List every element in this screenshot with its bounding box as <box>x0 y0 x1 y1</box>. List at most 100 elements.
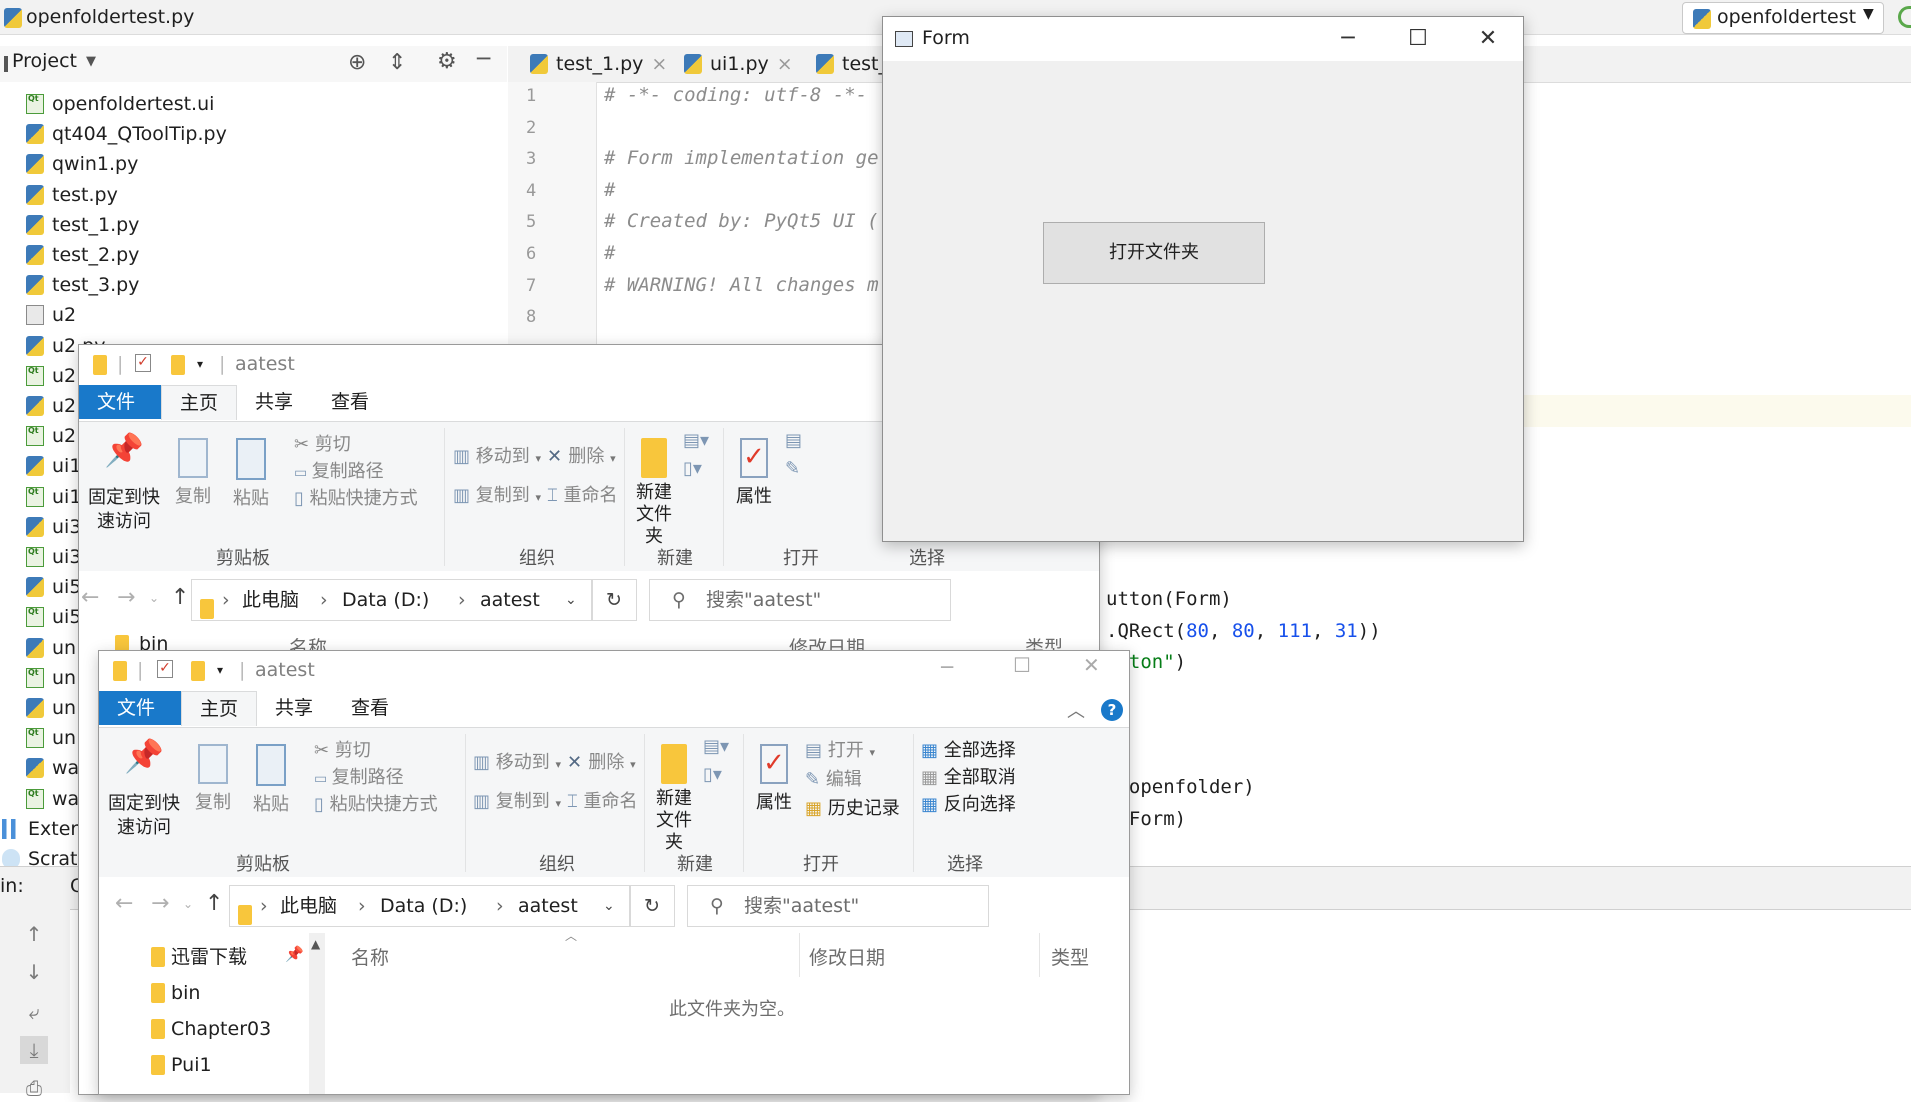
run-config-dropdown[interactable]: openfoldertest ▼ <box>1682 2 1884 34</box>
rename-button[interactable]: ⌶ 重命名 <box>567 787 638 813</box>
paste-shortcut-button[interactable]: ▯ 粘贴快捷方式 <box>314 790 438 816</box>
search-box[interactable]: ⚲ 搜索"aatest" <box>649 579 951 621</box>
properties-button[interactable]: ✓ 属性 <box>751 744 797 814</box>
soft-wrap-icon[interactable]: ⤶ <box>20 998 48 1026</box>
pin-quick-access-button[interactable]: 📌 固定到快 速访问 <box>87 434 161 534</box>
new-folder-button[interactable]: 新建 文件夹 <box>629 438 679 548</box>
tree-item[interactable]: un <box>26 694 76 722</box>
forward-arrow-icon[interactable]: → <box>151 891 169 916</box>
open-icon[interactable]: ▤ <box>785 430 802 451</box>
tab-home[interactable]: 主页 <box>181 691 258 726</box>
hide-icon[interactable]: ─ <box>477 47 490 72</box>
breadcrumb-drive[interactable]: Data (D:) <box>380 886 467 926</box>
tree-item[interactable]: u2 <box>26 301 76 329</box>
properties-button[interactable]: ✓ 属性 <box>731 438 777 508</box>
easy-access-icon[interactable]: ▯▾ <box>683 458 702 479</box>
select-all-button[interactable]: ▦ 全部选择 <box>921 736 1016 762</box>
delete-button[interactable]: ✕ 删除 ▾ <box>567 748 636 774</box>
breadcrumb-drive[interactable]: Data (D:) <box>342 580 429 620</box>
tree-item[interactable]: test_2.py <box>26 241 139 269</box>
project-label[interactable]: Project <box>12 50 77 72</box>
tree-item[interactable]: test_1.py <box>26 211 139 239</box>
tree-item[interactable]: ui5 <box>26 573 81 601</box>
breadcrumb-aatest[interactable]: aatest <box>480 580 540 620</box>
edit-button[interactable]: ✎ 编辑 <box>805 765 862 791</box>
move-to-button[interactable]: ▥ 移动到 ▾ <box>453 442 541 468</box>
column-date[interactable]: 修改日期 <box>809 943 885 970</box>
tab-share[interactable]: 共享 <box>257 691 331 725</box>
close-button[interactable]: ✕ <box>1083 653 1100 677</box>
maximize-button[interactable]: ☐ <box>1383 17 1453 61</box>
copy-button[interactable]: 复制 <box>191 744 235 814</box>
search-box[interactable]: ⚲ 搜索"aatest" <box>687 885 989 927</box>
tab-share[interactable]: 共享 <box>237 385 311 419</box>
up-arrow-icon[interactable]: ↑ <box>205 891 223 916</box>
copy-to-button[interactable]: ▥ 复制到 ▾ <box>473 787 561 813</box>
file-list[interactable]: ︿ 名称 修改日期 类型 此文件夹为空。 <box>329 929 1129 1094</box>
history-button[interactable]: ▦ 历史记录 <box>805 794 900 820</box>
forward-arrow-icon[interactable]: → <box>117 585 135 610</box>
copy-to-button[interactable]: ▥ 复制到 ▾ <box>453 481 541 507</box>
breadcrumb-aatest[interactable]: aatest <box>518 886 578 926</box>
properties-check-icon[interactable]: ✓ <box>135 354 151 372</box>
new-folder-button[interactable]: 新建 文件夹 <box>649 744 699 854</box>
code-area-right[interactable]: utton(Form) .QRect(80, 80, 111, 31)) utt… <box>1090 580 1911 840</box>
cut-button[interactable]: ✂ 剪切 <box>314 736 371 762</box>
chevron-down-icon[interactable]: ⌄ <box>603 886 615 926</box>
tree-item[interactable]: u2 <box>26 417 76 450</box>
chevron-down-icon[interactable]: ⌄ <box>565 580 577 620</box>
collapse-ribbon-icon[interactable]: ︿ <box>1067 697 1085 723</box>
tree-item[interactable]: ui5 <box>26 598 81 631</box>
tab-ui1[interactable]: ui1.py × <box>674 46 803 82</box>
refresh-button[interactable]: ↻ <box>591 579 637 621</box>
minimize-button[interactable]: ─ <box>941 655 953 679</box>
tree-item[interactable]: u2 <box>26 357 76 390</box>
nav-item-bin[interactable]: bin <box>151 979 281 1007</box>
tree-item[interactable]: un <box>26 634 76 662</box>
tree-item[interactable]: test_3.py <box>26 271 139 299</box>
tree-item[interactable]: u2 <box>26 392 76 420</box>
tab-view[interactable]: 查看 <box>313 385 387 419</box>
open-button[interactable]: ▤ 打开 ▾ <box>805 736 875 762</box>
tree-item[interactable]: openfoldertest.ui <box>26 85 214 118</box>
close-button[interactable]: ✕ <box>1453 17 1523 61</box>
address-bar[interactable]: › 此电脑 › Data (D:) › aatest ⌄ <box>191 579 593 621</box>
properties-check-icon[interactable]: ✓ <box>157 660 173 678</box>
tree-item[interactable]: ui3 <box>26 513 81 541</box>
help-icon[interactable]: ? <box>1101 699 1123 721</box>
paste-button[interactable]: 粘贴 <box>229 438 273 510</box>
column-type[interactable]: 类型 <box>1051 943 1089 970</box>
back-arrow-icon[interactable]: ← <box>81 585 99 610</box>
up-arrow-icon[interactable]: ↑ <box>171 585 189 610</box>
breadcrumb-this-pc[interactable]: 此电脑 <box>242 580 299 620</box>
breadcrumb-this-pc[interactable]: 此电脑 <box>280 886 337 926</box>
tree-item[interactable]: wa <box>26 754 79 782</box>
locate-icon[interactable]: ⊕ <box>348 50 366 75</box>
column-name[interactable]: 名称 <box>351 943 389 970</box>
customize-dropdown-icon[interactable]: ▾ <box>197 357 203 371</box>
back-arrow-icon[interactable]: ← <box>115 891 133 916</box>
tab-file[interactable]: 文件 <box>79 385 161 419</box>
tab-view[interactable]: 查看 <box>333 691 407 725</box>
invert-selection-button[interactable]: ▦ 反向选择 <box>921 790 1016 816</box>
nav-item-pui1[interactable]: Pui1 <box>151 1051 281 1079</box>
tree-item[interactable]: ui1 <box>26 452 81 480</box>
maximize-button[interactable]: ☐ <box>1013 653 1031 677</box>
minimize-button[interactable]: ─ <box>1313 17 1383 61</box>
pin-quick-access-button[interactable]: 📌 固定到快 速访问 <box>107 740 181 840</box>
paste-shortcut-button[interactable]: ▯ 粘贴快捷方式 <box>294 484 418 510</box>
move-to-button[interactable]: ▥ 移动到 ▾ <box>473 748 561 774</box>
tree-item[interactable]: un <box>26 659 76 692</box>
external-libraries[interactable]: Extern <box>2 815 90 843</box>
collapse-icon[interactable]: ⇕ <box>388 50 406 75</box>
rename-button[interactable]: ⌶ 重命名 <box>547 481 618 507</box>
tab-home[interactable]: 主页 <box>161 385 238 420</box>
chevron-down-icon[interactable]: ▼ <box>86 54 96 69</box>
new-folder-icon[interactable] <box>191 661 205 681</box>
new-item-icon[interactable]: ▤▾ <box>683 430 709 451</box>
copy-button[interactable]: 复制 <box>171 438 215 508</box>
copy-path-button[interactable]: ▭ 复制路径 <box>314 763 404 789</box>
print-icon[interactable]: ⎙ <box>20 1074 48 1102</box>
arrow-up-icon[interactable]: ↑ <box>20 920 48 948</box>
scroll-up-icon[interactable]: ▲ <box>311 937 320 951</box>
